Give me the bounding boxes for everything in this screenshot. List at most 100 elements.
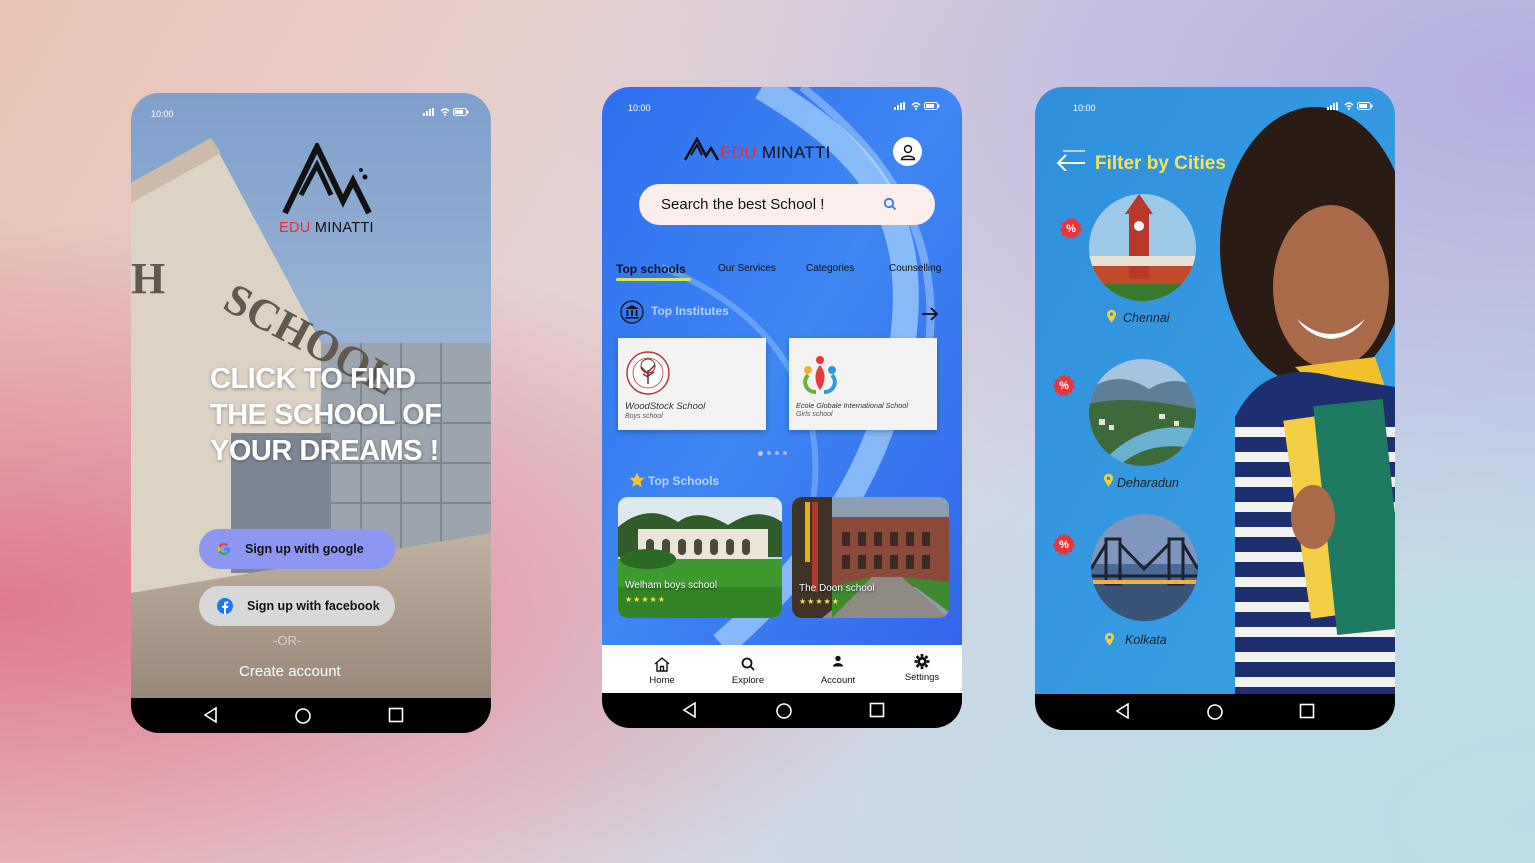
ecole-globale-logo-icon [803,356,837,394]
home-nav-icon[interactable] [294,707,312,725]
city-image-chennai[interactable] [1089,194,1196,301]
tab-categories[interactable]: Categories [806,263,854,274]
or-divider: -OR- [273,633,302,648]
status-icons [894,102,940,110]
city-name[interactable]: Kolkata [1125,633,1167,647]
signup-screen: SCHOOL H 10:00 EDU MINATTI CLICK TO FIND… [131,93,491,733]
filter-cities-screen: 10:00 Filter by Cities % Chennai % Dehar… [1035,87,1395,730]
discount-badge-icon: % [1060,217,1082,239]
recents-nav-icon[interactable] [1299,703,1315,719]
android-nav-bar [131,698,491,733]
status-icons [423,108,469,116]
star-icon [629,472,645,487]
gear-icon [914,654,930,669]
recents-nav-icon[interactable] [388,707,404,723]
brand-minatti: MINATTI [314,220,374,236]
android-nav-bar [602,693,962,728]
bottom-tab-home[interactable]: Home [632,645,692,693]
city-name[interactable]: Deharadun [1117,476,1179,490]
back-nav-icon[interactable] [203,707,219,723]
facebook-signup-button[interactable]: Sign up with facebook [199,586,395,626]
school-name: The Doon school [799,583,875,594]
search-bar [639,184,935,225]
school-card[interactable]: Welham boys school ★★★★★ [618,497,782,618]
discount-badge-icon: % [1053,533,1075,555]
wifi-icon [440,108,450,116]
carousel-dot[interactable] [767,451,771,455]
user-icon [900,144,915,160]
facebook-icon [217,598,233,614]
bottom-tab-explore[interactable]: Explore [718,645,778,693]
profile-button[interactable] [893,137,922,166]
hero-headline: CLICK TO FIND THE SCHOOL OF YOUR DREAMS … [210,363,442,467]
brand-edu: EDU [720,143,757,162]
student-background [1035,87,1395,694]
bottom-tab-label: Explore [731,675,765,686]
back-nav-icon[interactable] [682,702,698,718]
search-icon [741,657,755,671]
institute-name: Ecole Globale International School [796,401,908,410]
bottom-tab-label: Settings [904,672,940,683]
google-signup-button[interactable]: Sign up with google [199,529,395,569]
institute-building-icon [620,300,644,324]
discount-symbol: % [1059,539,1069,551]
signal-icon [423,108,434,116]
signal-icon [894,102,905,110]
status-bar: 10:00 [602,87,962,117]
city-image-kolkata[interactable] [1091,514,1198,621]
battery-icon [453,108,469,116]
google-signup-label: Sign up with google [245,542,364,556]
school-rating: ★★★★★ [799,597,840,606]
back-arrow-icon[interactable] [1055,147,1087,171]
create-account-link[interactable]: Create account [239,663,341,680]
edu-minatti-logo-icon [684,137,720,161]
signal-icon [1327,102,1338,110]
carousel-dot[interactable] [775,451,779,455]
institute-card[interactable]: Ecole Globale International School Girls… [789,338,937,430]
tab-counselling[interactable]: Counselling [889,263,941,274]
discount-symbol: % [1059,380,1069,392]
school-name: Welham boys school [625,580,718,591]
google-icon [217,543,230,555]
status-time: 10:00 [151,109,174,119]
edu-minatti-logo-icon [282,143,372,215]
location-pin-icon [1104,473,1113,487]
location-pin-icon [1107,309,1116,323]
city-name[interactable]: Chennai [1123,311,1170,325]
battery-icon [1357,102,1373,110]
brand-name: EDU MINATTI [279,220,374,236]
status-bar: 10:00 [131,93,491,123]
institute-card[interactable]: WoodStock School Boys school [618,338,766,430]
status-time: 10:00 [1073,103,1096,113]
tab-top-schools[interactable]: Top schools [616,262,686,276]
status-bar: 10:00 [1035,87,1395,117]
android-nav-bar [1035,694,1395,730]
carousel-dot[interactable] [758,451,763,456]
deharadun-photo [1089,359,1196,466]
recents-nav-icon[interactable] [869,702,885,718]
bottom-tab-label: Account [820,675,856,686]
bottom-tab-settings[interactable]: Settings [892,645,952,693]
woodstock-logo-icon [626,351,670,395]
school-card[interactable]: The Doon school ★★★★★ [792,497,949,618]
wifi-icon [1344,102,1354,110]
active-tab-indicator [616,278,691,281]
top-schools-title: Top Schools [648,474,720,488]
tab-our-services[interactable]: Our Services [718,263,776,274]
search-input[interactable] [659,195,883,214]
home-nav-icon[interactable] [1206,703,1224,721]
location-pin-icon [1105,632,1114,646]
search-icon[interactable] [883,197,897,211]
back-nav-icon[interactable] [1115,703,1131,719]
bottom-tab-account[interactable]: Account [808,645,868,693]
status-icons [1327,102,1373,110]
home-icon [654,657,670,672]
carousel-dot[interactable] [783,451,787,455]
discount-badge-icon: % [1053,374,1075,396]
wifi-icon [911,102,921,110]
home-nav-icon[interactable] [775,702,793,720]
institute-name: WoodStock School [625,401,706,412]
city-image-deharadun[interactable] [1089,359,1196,466]
facebook-signup-label: Sign up with facebook [247,599,380,613]
arrow-right-icon[interactable] [921,306,939,322]
